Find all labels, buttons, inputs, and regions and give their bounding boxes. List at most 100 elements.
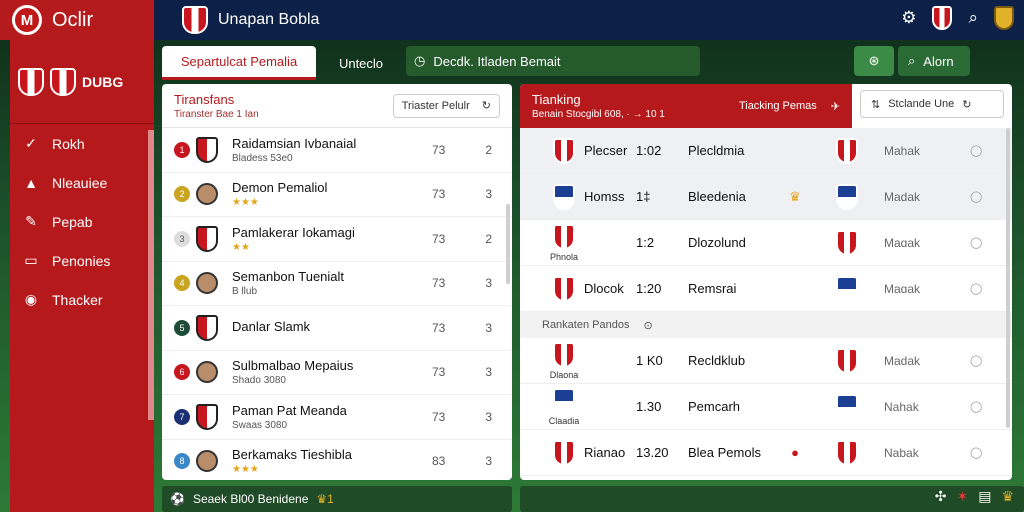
player-ratings: 73 3	[432, 410, 492, 424]
search-bar[interactable]: ◷ Decdk. Itladen Bemait	[406, 46, 700, 76]
avatar	[196, 272, 218, 295]
match-result: Maɑak	[884, 235, 921, 250]
sidebar-item-pepab[interactable]: ✎ Pepab	[10, 202, 154, 241]
crest-icon[interactable]: ✶	[956, 488, 968, 505]
bottom-icons: ✣ ✶ ▤ ♛	[935, 488, 1014, 505]
tracking-label: Tiacking Pemas	[738, 99, 817, 112]
table-row[interactable]: 3 Pamlakerar Iokamagi ★★ 73 2	[162, 217, 512, 262]
rating-potential: 3	[485, 409, 492, 424]
ranking-scrollbar[interactable]	[1006, 128, 1010, 428]
info-icon[interactable]: ◯	[970, 282, 982, 295]
player-name: Semanbon Tuenialt	[232, 269, 345, 285]
player-name: Danlar Slamk	[232, 319, 311, 335]
match-result: Mahak	[884, 143, 921, 158]
table-row[interactable]: Rianao 13.20 Blea Pemols ● Nabak ◯	[520, 430, 1012, 476]
player-info: Paman Pat Meanda Swaas 3080	[232, 403, 347, 431]
filter-button[interactable]: ⊛	[854, 46, 894, 76]
sort-button[interactable]: ⇅ Stclande Une ↻	[860, 90, 1004, 118]
search-icon[interactable]: ⌕	[968, 8, 978, 28]
player-ratings: 73 3	[432, 276, 492, 290]
table-row[interactable]: Claadia 1.30 Pemcarh Nahak ◯	[520, 384, 1012, 430]
table-row[interactable]: 6 Sulbmalbao Mepaius Shado 3080 73 3	[162, 351, 512, 395]
opponent-name: Bleedenia	[688, 189, 746, 204]
section-label: Rankaten Pandos	[542, 319, 630, 331]
wrench-icon: ✎	[25, 213, 37, 229]
settings-icon[interactable]: ⚙	[901, 8, 916, 28]
search-icon: ⌕	[908, 53, 916, 68]
ranking-tracking[interactable]: Tiacking Pemas ✈	[739, 100, 840, 113]
sort-icon: ⇅	[871, 98, 881, 111]
table-row[interactable]: 1 Raidamsian Ivbanaial Bladess 53e0 73 2	[162, 128, 512, 173]
transfers-filter-label: Triaster Pelulr	[401, 99, 470, 112]
player-name: Pamlakerar Iokamagi	[232, 224, 355, 240]
rating-value: 73	[432, 142, 446, 157]
club-flag-icon[interactable]	[932, 6, 953, 30]
table-row[interactable]: Dlocok 1:20 Remsrai Maɑak ◯	[520, 266, 1012, 312]
info-icon[interactable]: ◯	[970, 190, 982, 203]
tab-active[interactable]: Separtulcat Pemalia	[162, 46, 316, 80]
club-label: DUBG	[82, 73, 124, 90]
transfers-filter-button[interactable]: Triaster Pelulr ↻	[392, 93, 500, 118]
sidebar-club[interactable]: DUBG	[10, 40, 154, 124]
club-crest-icon	[836, 393, 858, 420]
table-row[interactable]: 8 Berkamaks Tieshibla ★★★ 83 3	[162, 440, 512, 481]
transfer-list: 1 Raidamsian Ivbanaial Bladess 53e0 73 2 2 Dem…	[162, 128, 512, 480]
tab-second[interactable]: Unteclo	[316, 46, 406, 80]
table-row[interactable]: Dlaona 1 K0 Recldklub Madak ◯	[520, 338, 1012, 384]
table-row[interactable]: Plecser 1:02 Plecldmia Mahak ◯	[520, 128, 1012, 174]
sidebar-item-thacker[interactable]: ◉ Thacker	[10, 280, 154, 319]
club-crest-icon	[196, 403, 218, 430]
info-icon[interactable]: ◯	[970, 144, 982, 157]
match-result: Maɑak	[884, 281, 921, 296]
rank-dot: 1	[174, 141, 190, 158]
info-icon[interactable]: ⊙	[643, 319, 652, 332]
player-name: Sulbmalbao Mepaius	[232, 358, 354, 374]
ranking-header: Tianking Benain Stocgibl 608, · → 10 1 T…	[520, 84, 852, 128]
ranking-title: Tianking	[532, 92, 581, 107]
sidebar-item-nleauiee[interactable]: ▲ Nleauiee	[10, 163, 154, 202]
info-icon[interactable]: ◯	[970, 236, 982, 249]
brand[interactable]: M Oclir	[0, 0, 154, 40]
team-crest	[544, 275, 584, 302]
table-row[interactable]: Phnola 1:2 Dlozolund Maɑak ◯	[520, 220, 1012, 266]
sidebar-scrollbar[interactable]	[148, 130, 154, 420]
player-detail: Bladess 53e0	[232, 152, 293, 164]
match-result: Nahak	[884, 399, 919, 414]
rating-potential: 3	[485, 187, 492, 202]
match-score: 1:02	[636, 143, 662, 158]
table-row[interactable]: 5 Danlar Slamk 73 3	[162, 306, 512, 351]
info-icon[interactable]: ◯	[970, 446, 982, 459]
info-icon[interactable]: ◯	[970, 400, 982, 413]
sidebar-item-rokh[interactable]: ✓ Rokh	[10, 124, 154, 163]
avatar	[196, 183, 218, 206]
rating-value: 73	[432, 409, 446, 424]
table-row[interactable]: 4 Semanbon Tuenialt B llub 73 3	[162, 262, 512, 306]
player-info: Raidamsian Ivbanaial Bladess 53e0	[232, 136, 356, 164]
rating-potential: 2	[485, 231, 492, 246]
rating-value: 73	[432, 276, 446, 291]
club-crest-icon	[196, 225, 218, 252]
info-icon[interactable]: ◯	[970, 354, 982, 367]
document-icon[interactable]: ▤	[978, 488, 991, 505]
table-row[interactable]: 2 Demon Pemaliol ★★★ 73 3	[162, 173, 512, 217]
finder-button[interactable]: ⌕ Alorn	[898, 46, 970, 76]
player-ratings: 73 2	[432, 232, 492, 246]
team-crest	[544, 183, 584, 210]
bottom-label: Seaek Bl00 Benidene	[192, 492, 309, 506]
player-ratings: 73 3	[432, 321, 492, 335]
player-ratings: 73 3	[432, 187, 492, 201]
trophy-icon[interactable]: ♛	[1001, 488, 1014, 505]
club-crest-icon	[553, 439, 575, 466]
table-row[interactable]: 7 Paman Pat Meanda Swaas 3080 73 3	[162, 395, 512, 440]
table-row[interactable]: Homss 1‡ Bleedenia ♛ Madak ◯	[520, 174, 1012, 220]
player-detail: ★★★	[232, 464, 259, 476]
trophy-crest-icon[interactable]	[994, 6, 1014, 30]
transfers-scrollbar[interactable]	[506, 204, 510, 284]
rating-potential: 2	[485, 142, 492, 157]
triangle-icon: ▲	[24, 174, 38, 191]
sidebar-item-penonies[interactable]: ▭ Penonies	[10, 241, 154, 280]
top-bar: M Oclir Unapan Bobla ⚙ ⌕	[0, 0, 1024, 40]
check-icon: ✓	[25, 135, 37, 151]
tactics-icon[interactable]: ✣	[935, 488, 947, 505]
opponent-name: Recldklub	[688, 353, 746, 368]
